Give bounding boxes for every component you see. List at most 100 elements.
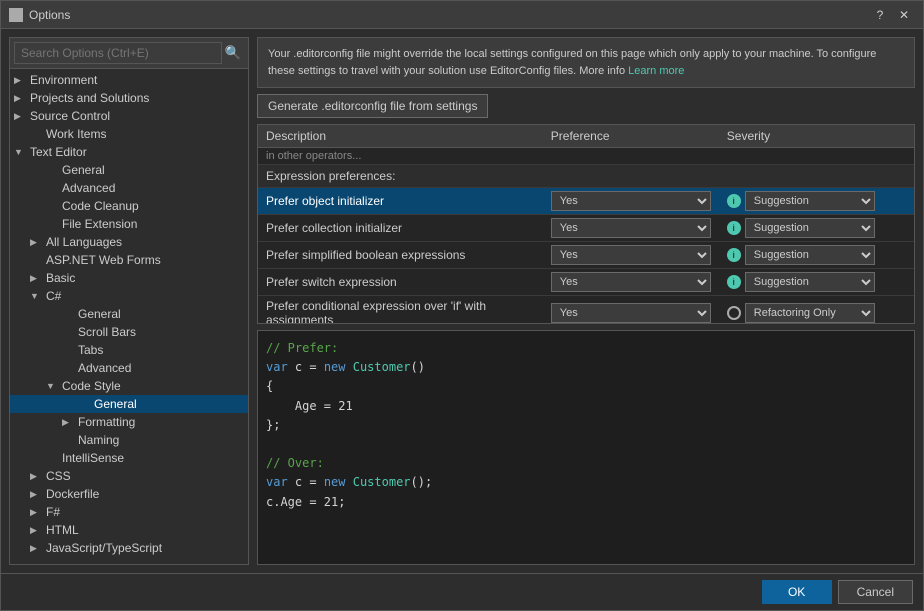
expand-icon: ▶ bbox=[30, 471, 46, 482]
expand-icon: ▶ bbox=[14, 75, 30, 86]
tree-item-css[interactable]: ▶ CSS bbox=[10, 467, 248, 485]
table-row[interactable]: Prefer collection initializer Yes i bbox=[258, 215, 914, 242]
tree-item-tabs[interactable]: Tabs bbox=[10, 341, 248, 359]
row-preference: Yes bbox=[543, 188, 719, 215]
search-button[interactable]: 🔍 bbox=[222, 42, 244, 64]
options-dialog: Options ? ✕ 🔍 ▶ Environment ▶ bbox=[0, 0, 924, 611]
row-severity: Refactoring Only bbox=[719, 296, 914, 325]
tree-item-text-editor[interactable]: ▼ Text Editor bbox=[10, 143, 248, 161]
tree-item-source-control[interactable]: ▶ Source Control bbox=[10, 107, 248, 125]
preference-select[interactable]: Yes bbox=[551, 245, 711, 265]
preferences-table-area: Description Preference Severity in other… bbox=[257, 124, 915, 324]
learn-more-link[interactable]: Learn more bbox=[628, 65, 684, 77]
dialog-body: 🔍 ▶ Environment ▶ Projects and Solutions… bbox=[1, 29, 923, 573]
tree-item-cs-general[interactable]: General bbox=[10, 305, 248, 323]
tree-item-work-items[interactable]: Work Items bbox=[10, 125, 248, 143]
preferences-table: Description Preference Severity in other… bbox=[258, 125, 914, 324]
table-row-scrolled: in other operators... bbox=[258, 148, 914, 165]
row-severity: i Suggestion bbox=[719, 188, 914, 215]
info-icon: i bbox=[727, 275, 741, 289]
info-icon: i bbox=[727, 194, 741, 208]
row-preference: Yes bbox=[543, 296, 719, 325]
col-description: Description bbox=[258, 125, 543, 148]
expand-icon: ▼ bbox=[46, 381, 62, 391]
tree-item-csharp[interactable]: ▼ C# bbox=[10, 287, 248, 305]
tree-item-basic[interactable]: ▶ Basic bbox=[10, 269, 248, 287]
tree-item-formatting[interactable]: ▶ Formatting bbox=[10, 413, 248, 431]
row-description: Prefer switch expression bbox=[258, 269, 543, 296]
info-bar: Your .editorconfig file might override t… bbox=[257, 37, 915, 88]
expand-icon: ▼ bbox=[30, 291, 46, 301]
preference-select[interactable]: Yes bbox=[551, 272, 711, 292]
preference-select[interactable]: Yes bbox=[551, 191, 711, 211]
tree-item-js-ts[interactable]: ▶ JavaScript/TypeScript bbox=[10, 539, 248, 557]
tree-item-fsharp[interactable]: ▶ F# bbox=[10, 503, 248, 521]
tree-item-code-cleanup[interactable]: Code Cleanup bbox=[10, 197, 248, 215]
row-severity: i Suggestion bbox=[719, 242, 914, 269]
code-line bbox=[266, 435, 906, 454]
expand-icon: ▶ bbox=[30, 489, 46, 500]
ok-button[interactable]: OK bbox=[762, 580, 832, 604]
tree-item-all-languages[interactable]: ▶ All Languages bbox=[10, 233, 248, 251]
severity-select[interactable]: Suggestion bbox=[745, 191, 875, 211]
row-severity: i Suggestion bbox=[719, 269, 914, 296]
title-bar: Options ? ✕ bbox=[1, 1, 923, 29]
expand-icon: ▶ bbox=[14, 93, 30, 104]
code-line: }; bbox=[266, 416, 906, 435]
row-preference: Yes bbox=[543, 215, 719, 242]
tree-view: ▶ Environment ▶ Projects and Solutions ▶… bbox=[10, 69, 248, 564]
tree-item-cs-advanced[interactable]: Advanced bbox=[10, 359, 248, 377]
tree-item-scroll-bars[interactable]: Scroll Bars bbox=[10, 323, 248, 341]
code-line: c.Age = 21; bbox=[266, 493, 906, 512]
tree-item-advanced[interactable]: Advanced bbox=[10, 179, 248, 197]
close-button[interactable]: ✕ bbox=[893, 4, 915, 26]
preference-select[interactable]: Yes bbox=[551, 218, 711, 238]
tree-item-projects-solutions[interactable]: ▶ Projects and Solutions bbox=[10, 89, 248, 107]
radio-icon bbox=[727, 306, 741, 320]
code-line: // Over: bbox=[266, 454, 906, 473]
info-text: Your .editorconfig file might override t… bbox=[268, 48, 876, 77]
tree-item-environment[interactable]: ▶ Environment bbox=[10, 71, 248, 89]
table-row[interactable]: Prefer switch expression Yes i bbox=[258, 269, 914, 296]
table-row[interactable]: Prefer object initializer Yes i bbox=[258, 188, 914, 215]
tree-item-asp-net[interactable]: ASP.NET Web Forms bbox=[10, 251, 248, 269]
code-line: var c = new Customer(); bbox=[266, 473, 906, 492]
table-row[interactable]: Prefer conditional expression over 'if' … bbox=[258, 296, 914, 325]
info-icon: i bbox=[727, 221, 741, 235]
expand-icon: ▶ bbox=[62, 417, 78, 428]
severity-select[interactable]: Suggestion bbox=[745, 245, 875, 265]
expand-icon: ▶ bbox=[30, 237, 46, 248]
expand-icon: ▶ bbox=[30, 525, 46, 536]
tree-item-general[interactable]: General bbox=[10, 161, 248, 179]
tree-item-intellisense[interactable]: IntelliSense bbox=[10, 449, 248, 467]
code-preview: // Prefer: var c = new Customer() { Age … bbox=[257, 330, 915, 565]
tree-item-dockerfile[interactable]: ▶ Dockerfile bbox=[10, 485, 248, 503]
row-description: Prefer simplified boolean expressions bbox=[258, 242, 543, 269]
severity-select[interactable]: Suggestion bbox=[745, 218, 875, 238]
search-container: 🔍 bbox=[10, 38, 248, 69]
expand-icon: ▶ bbox=[30, 507, 46, 518]
row-severity: i Suggestion bbox=[719, 215, 914, 242]
code-line: // Prefer: bbox=[266, 339, 906, 358]
row-description: Prefer collection initializer bbox=[258, 215, 543, 242]
cancel-button[interactable]: Cancel bbox=[838, 580, 913, 604]
tree-item-naming[interactable]: Naming bbox=[10, 431, 248, 449]
help-button[interactable]: ? bbox=[869, 4, 891, 26]
col-preference: Preference bbox=[543, 125, 719, 148]
tree-item-cs-general2[interactable]: General bbox=[10, 395, 248, 413]
right-panel: Your .editorconfig file might override t… bbox=[257, 37, 915, 565]
tree-item-code-style[interactable]: ▼ Code Style bbox=[10, 377, 248, 395]
severity-select[interactable]: Suggestion bbox=[745, 272, 875, 292]
dialog-title: Options bbox=[29, 8, 70, 22]
table-row[interactable]: Prefer simplified boolean expressions Ye… bbox=[258, 242, 914, 269]
dialog-footer: OK Cancel bbox=[1, 573, 923, 610]
severity-select[interactable]: Refactoring Only bbox=[745, 303, 875, 323]
tree-item-html[interactable]: ▶ HTML bbox=[10, 521, 248, 539]
generate-editorconfig-button[interactable]: Generate .editorconfig file from setting… bbox=[257, 94, 488, 118]
tree-item-file-extension[interactable]: File Extension bbox=[10, 215, 248, 233]
preference-select[interactable]: Yes bbox=[551, 303, 711, 323]
search-input[interactable] bbox=[14, 42, 222, 64]
section-header-expression: Expression preferences: bbox=[258, 165, 914, 188]
row-preference: Yes bbox=[543, 242, 719, 269]
code-line: var c = new Customer() bbox=[266, 358, 906, 377]
